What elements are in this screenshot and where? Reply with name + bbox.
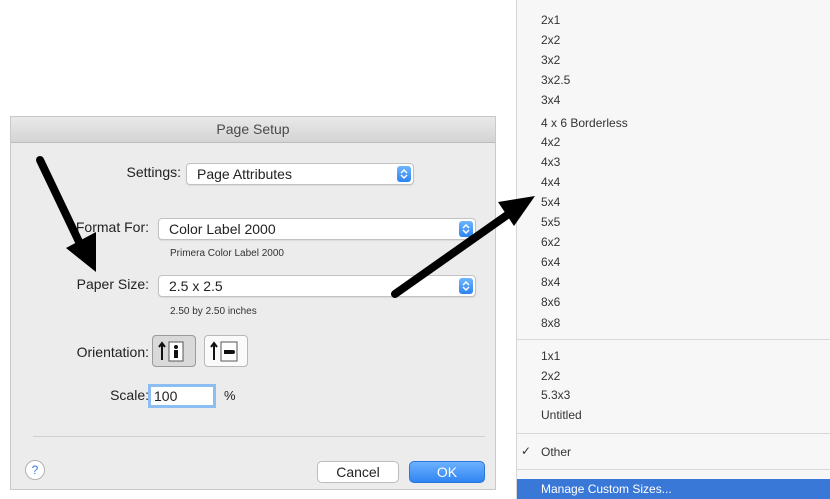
arrow-to-menu	[391, 196, 535, 298]
annotation-arrows	[36, 156, 535, 298]
arrow-to-paper-size	[36, 156, 96, 272]
